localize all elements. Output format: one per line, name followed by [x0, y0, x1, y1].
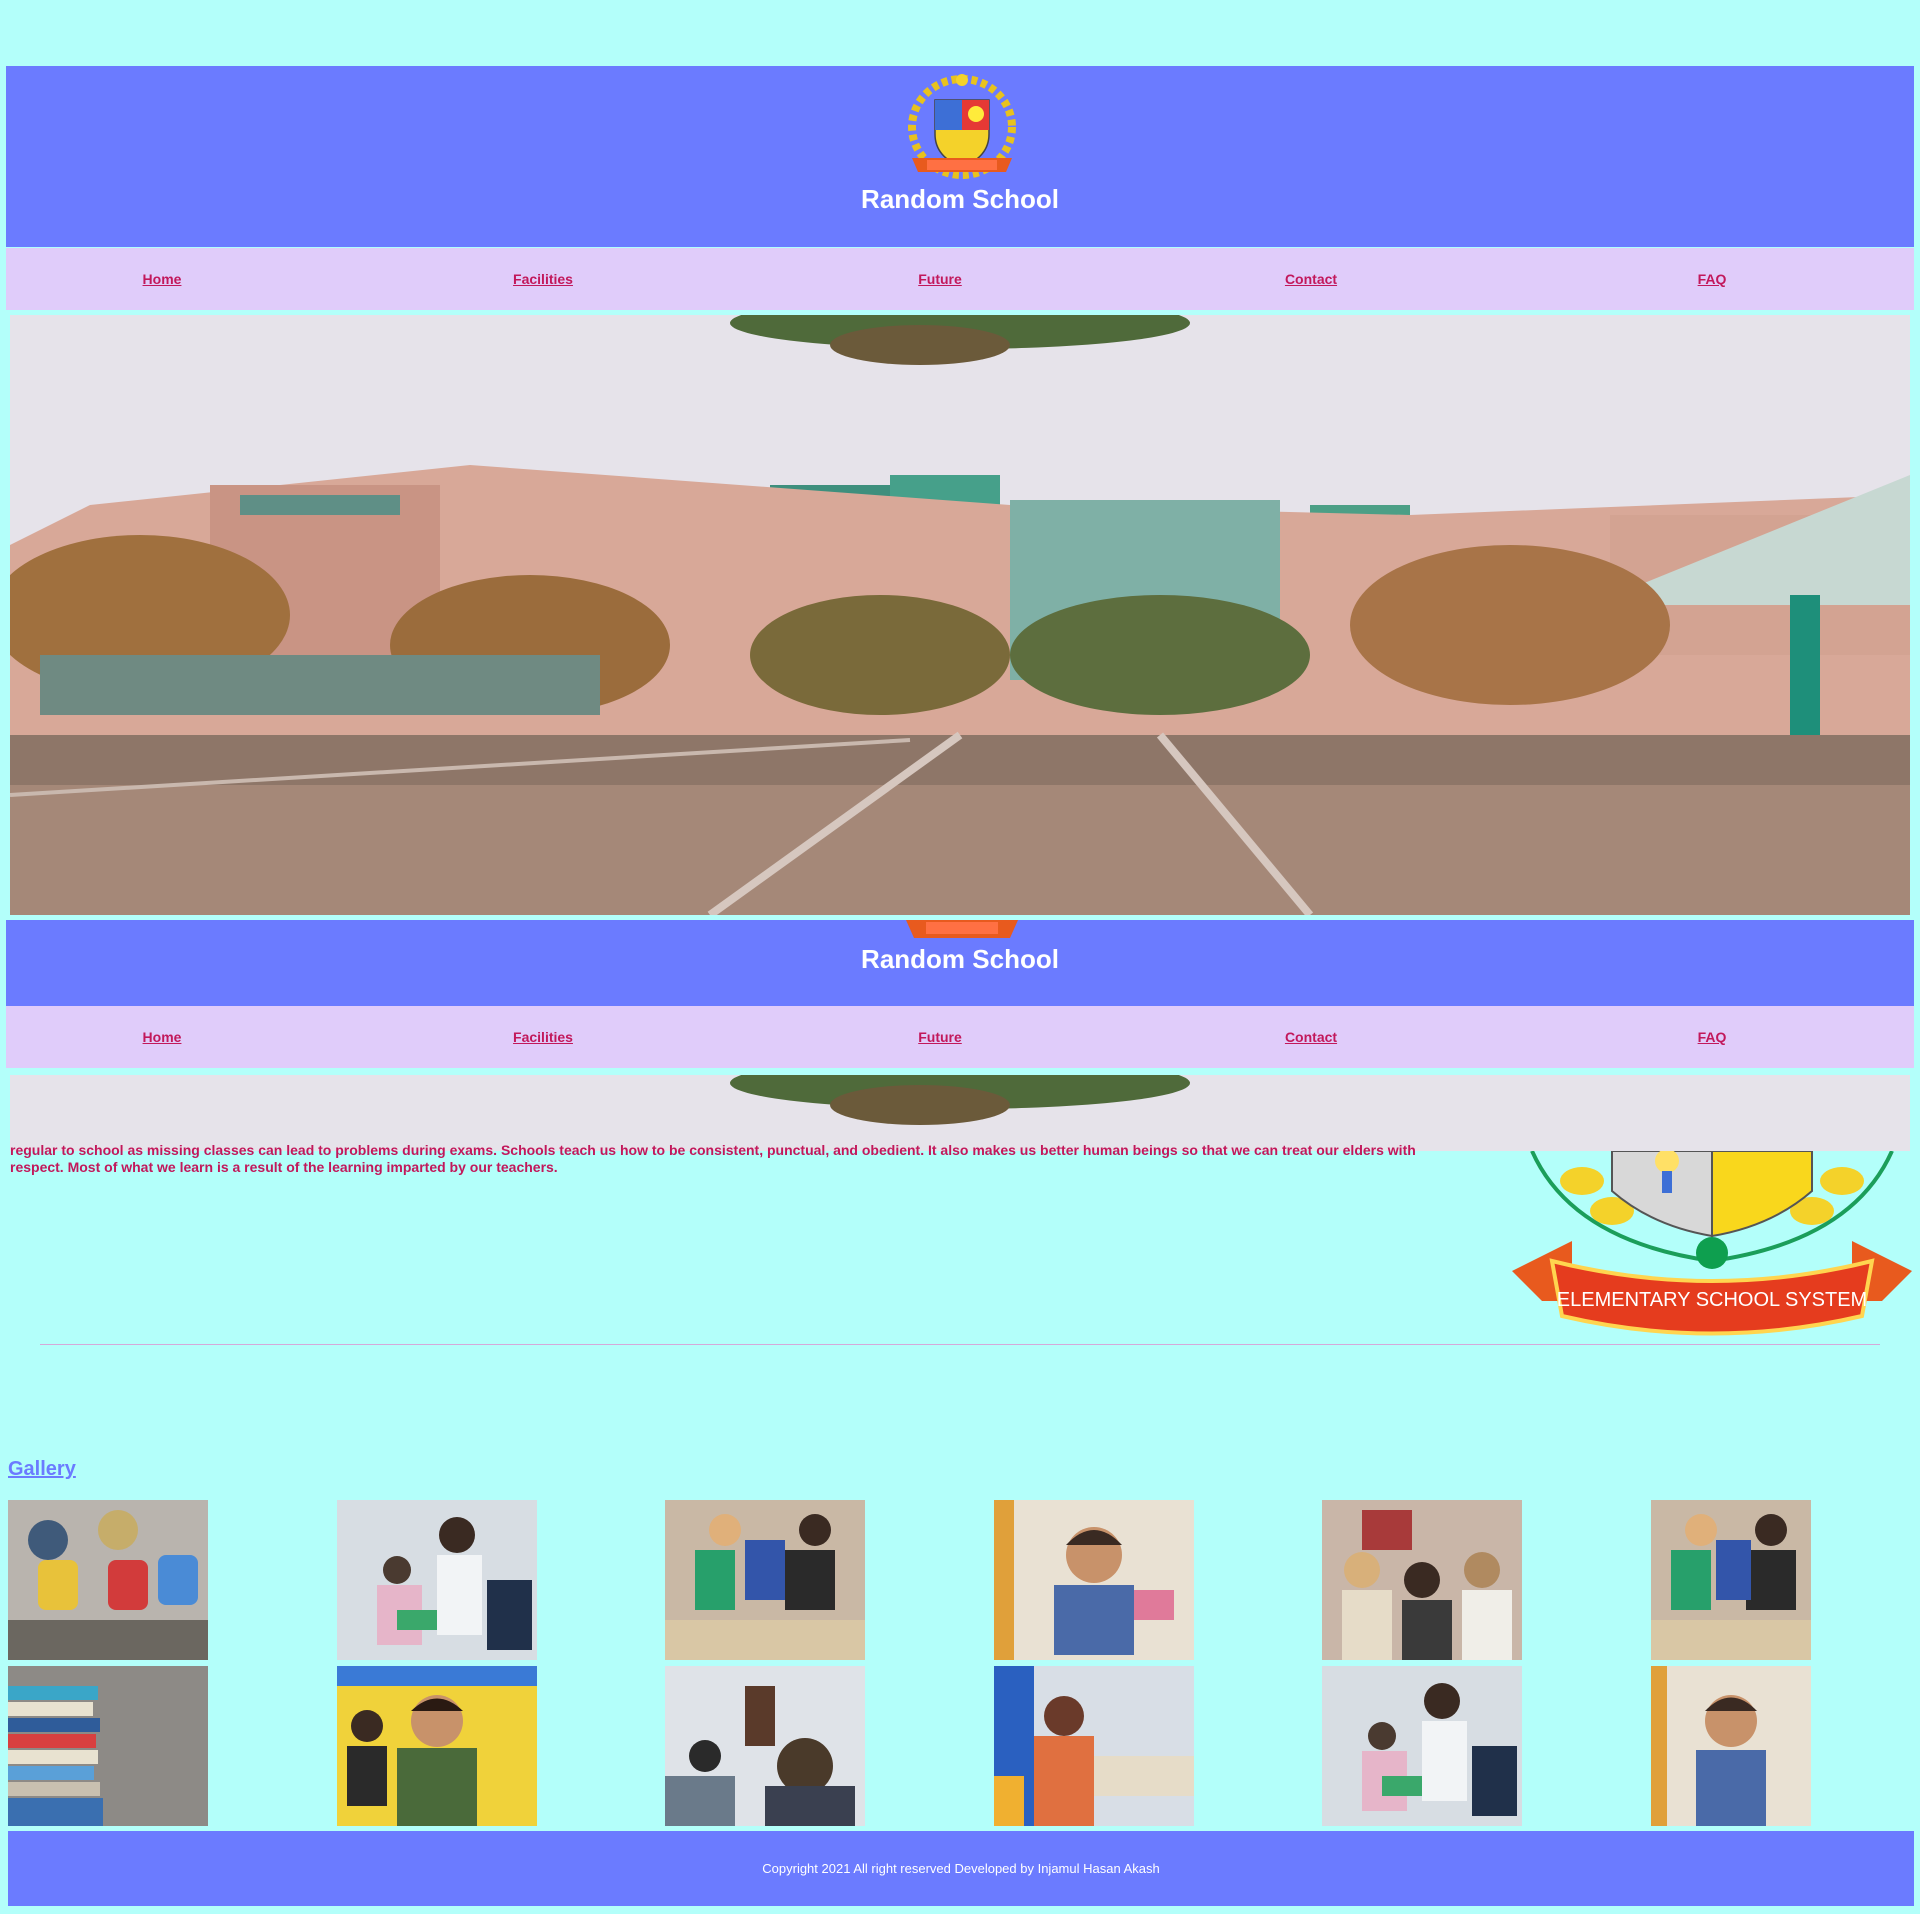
nav-facilities[interactable]: Facilities: [513, 248, 573, 310]
school-crest-logo: [908, 74, 1016, 179]
gallery-image-book-stack[interactable]: [8, 1666, 208, 1826]
sticky-nav-faq[interactable]: FAQ: [1698, 1006, 1727, 1068]
nav-contact[interactable]: Contact: [1285, 248, 1337, 310]
sticky-nav-future[interactable]: Future: [918, 1006, 962, 1068]
main-nav: Home Facilities Future Contact FAQ: [6, 248, 1914, 310]
gallery-image-boy-writing[interactable]: [337, 1666, 537, 1826]
elementary-crest-logo: ELEMENTARY SCHOOL SYSTEM: [1512, 1149, 1912, 1336]
sticky-nav: Home Facilities Future Contact FAQ: [6, 1006, 1914, 1068]
gallery-image-classroom-art-2[interactable]: [1651, 1500, 1811, 1660]
hero-image: [10, 315, 1910, 915]
nav-faq[interactable]: FAQ: [1698, 248, 1727, 310]
sticky-site-title: Random School: [861, 944, 1059, 974]
crest-ribbon-text: ELEMENTARY SCHOOL SYSTEM: [1557, 1289, 1867, 1311]
site-header: Random School: [6, 66, 1914, 247]
gallery-image-students-teacher[interactable]: [337, 1500, 537, 1660]
sticky-header: Random School: [6, 920, 1914, 1006]
sticky-nav-facilities[interactable]: Facilities: [513, 1006, 573, 1068]
sticky-nav-contact[interactable]: Contact: [1285, 1006, 1337, 1068]
gallery-title[interactable]: Gallery: [8, 1458, 76, 1481]
gallery-image-smiling-boy[interactable]: [994, 1500, 1194, 1660]
gallery-image-group-children[interactable]: [1322, 1500, 1522, 1660]
section-divider: [40, 1344, 1880, 1345]
site-title: Random School: [861, 184, 1059, 214]
school-crest-logo-partial: [906, 920, 1018, 938]
about-paragraph: regular to school as missing classes can…: [10, 1142, 1416, 1175]
site-footer: Copyright 2021 All right reserved Develo…: [8, 1831, 1914, 1906]
nav-home[interactable]: Home: [143, 248, 182, 310]
gallery-image-girl-desk[interactable]: [994, 1666, 1194, 1826]
gallery-image-classroom-back[interactable]: [665, 1666, 865, 1826]
gallery-image-smiling-boy-2[interactable]: [1651, 1666, 1811, 1826]
sticky-nav-home[interactable]: Home: [143, 1006, 182, 1068]
nav-future[interactable]: Future: [918, 248, 962, 310]
gallery-image-students-teacher-2[interactable]: [1322, 1666, 1522, 1826]
gallery-image-classroom-art[interactable]: [665, 1500, 865, 1660]
gallery-image-kids-backpacks[interactable]: [8, 1500, 208, 1660]
hero-image-partial: [10, 1075, 1910, 1151]
